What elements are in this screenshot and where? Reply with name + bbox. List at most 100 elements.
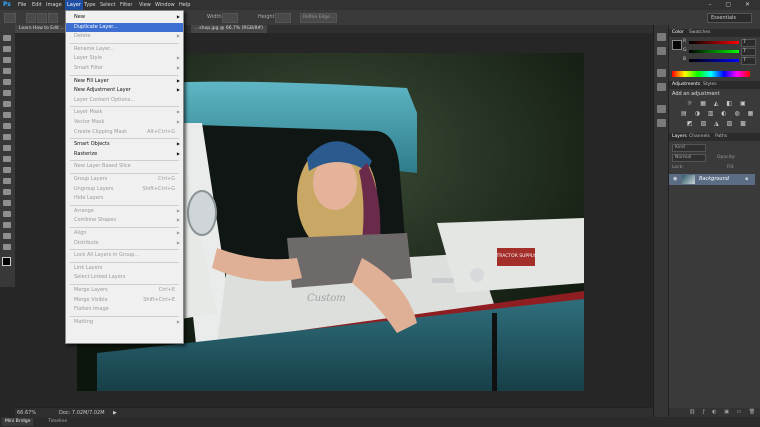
menu-item-delete[interactable]: Delete ▶ [66,32,183,41]
brush-tool-icon[interactable] [3,112,11,118]
clone-source-icon[interactable] [657,119,666,127]
menu-item-hide-layers[interactable]: Hide Layers [66,194,183,203]
menu-item-ungroup-layers[interactable]: Ungroup Layers Shift+Ctrl+G [66,185,183,194]
tab-styles[interactable]: Styles [703,82,717,87]
tab-color[interactable]: Color [672,30,684,35]
menu-type[interactable]: Type [84,2,95,8]
menu-item-select-linked-layers[interactable]: Select Linked Layers [66,273,183,282]
clone-stamp-tool-icon[interactable] [3,123,11,129]
doc-size[interactable]: Doc: 7.02M/7.02M [59,410,105,416]
tab-timeline[interactable]: Timeline [48,418,67,426]
eyedropper-tool-icon[interactable] [3,90,11,96]
subtract-selection-icon[interactable] [48,13,58,23]
add-selection-icon[interactable] [37,13,47,23]
menu-layer[interactable]: Layer [65,0,83,10]
zoom-tool-icon[interactable] [3,244,11,250]
menu-item-new-adjustment-layer[interactable]: New Adjustment Layer ▶ [66,86,183,95]
paragraph-icon[interactable] [657,83,666,91]
color-spectrum[interactable] [672,71,750,77]
move-tool-icon[interactable] [3,35,11,41]
menu-item-arrange[interactable]: Arrange ▶ [66,207,183,216]
shape-tool-icon[interactable] [3,222,11,228]
menu-image[interactable]: Image [46,2,62,8]
tool-preset-icon[interactable] [4,13,16,23]
menu-item-combine-shapes[interactable]: Combine Shapes ▶ [66,216,183,225]
status-arrow-icon[interactable]: ▶ [113,410,117,416]
tab-layers[interactable]: Layers [672,134,687,139]
menu-edit[interactable]: Edit [32,2,42,8]
pen-tool-icon[interactable] [3,189,11,195]
menu-item-new[interactable]: New ▶ [66,13,183,22]
layer-name[interactable]: Background [699,176,729,182]
adjustment-icons-row-2[interactable]: ▤ ◑ ▥ ◐ ◍ ▦ [681,110,756,117]
window-controls[interactable]: – ▢ ✕ [708,1,756,8]
height-input[interactable] [275,13,291,23]
menu-item-matting[interactable]: Matting ▶ [66,318,183,327]
menu-item-flatten-image[interactable]: Flatten Image [66,305,183,314]
adjustment-icons-row-3[interactable]: ◩ ▧ ◮ ▨ ▩ [687,120,749,127]
blue-slider[interactable] [689,59,739,62]
menu-filter[interactable]: Filter [120,2,132,8]
foreground-swatch[interactable] [672,40,682,50]
type-tool-icon[interactable] [3,200,11,206]
menu-select[interactable]: Select [100,2,115,8]
red-value[interactable]: 7 [741,39,756,47]
foreground-color-swatch[interactable] [2,257,11,266]
tab-paths[interactable]: Paths [715,134,727,139]
hand-tool-icon[interactable] [3,233,11,239]
menu-item-align[interactable]: Align ▶ [66,229,183,238]
red-slider[interactable] [689,41,739,44]
new-selection-icon[interactable] [26,13,36,23]
menu-item-smart-objects[interactable]: Smart Objects ▶ [66,140,183,149]
menu-item-lock-all-layers-in-group[interactable]: Lock All Layers in Group... [66,251,183,260]
tab-mini-bridge[interactable]: Mini Bridge [2,418,34,426]
menu-item-merge-visible[interactable]: Merge Visible Shift+Ctrl+E [66,296,183,305]
green-value[interactable]: 7 [741,48,756,56]
menu-view[interactable]: View [139,2,151,8]
menu-file[interactable]: File [18,2,26,8]
menu-item-rename-layer[interactable]: Rename Layer... [66,45,183,54]
menu-item-duplicate-layer[interactable]: Duplicate Layer... [66,22,183,32]
properties-icon[interactable] [657,47,666,55]
adjustment-icons-row-1[interactable]: ☼ ▦ ◭ ◧ ▣ [687,100,749,107]
document-tab-2[interactable]: ...shop.jpg @ 66.7% (RGB/8#) [191,25,267,33]
menu-item-new-layer-based-slice[interactable]: New Layer Based Slice [66,162,183,171]
menu-item-distribute[interactable]: Distribute ▶ [66,239,183,248]
menu-item-group-layers[interactable]: Group Layers Ctrl+G [66,175,183,184]
gradient-tool-icon[interactable] [3,156,11,162]
menu-item-rasterize[interactable]: Rasterize ▶ [66,150,183,159]
marquee-tool-icon[interactable] [3,46,11,52]
history-brush-tool-icon[interactable] [3,134,11,140]
quick-select-tool-icon[interactable] [3,68,11,74]
menu-item-layer-style[interactable]: Layer Style ▶ [66,54,183,63]
menu-window[interactable]: Window [155,2,175,8]
blend-mode-select[interactable]: Normal [672,154,706,162]
tab-channels[interactable]: Channels [689,134,710,139]
layer-filter-select[interactable]: Kind [672,144,706,152]
menu-item-layer-mask[interactable]: Layer Mask ▶ [66,108,183,117]
menu-item-vector-mask[interactable]: Vector Mask ▶ [66,118,183,127]
width-input[interactable] [222,13,238,23]
layers-panel-footer-icons[interactable]: ⛓ ƒ ◐ ▣ ▭ 🗑 [669,408,760,417]
tab-adjustments[interactable]: Adjustments [672,82,700,87]
zoom-level[interactable]: 66.67% [17,410,36,416]
visibility-eye-icon[interactable]: ◉ [673,176,677,182]
dodge-tool-icon[interactable] [3,178,11,184]
blur-tool-icon[interactable] [3,167,11,173]
menu-item-link-layers[interactable]: Link Layers [66,264,183,273]
menu-item-smart-filter[interactable]: Smart Filter ▶ [66,64,183,73]
refine-edge-button[interactable]: Refine Edge... [300,13,337,23]
healing-tool-icon[interactable] [3,101,11,107]
document-tab-1[interactable]: Learn How to Edit ... [15,25,69,33]
character-icon[interactable] [657,69,666,77]
green-slider[interactable] [689,50,739,53]
menu-item-new-fill-layer[interactable]: New Fill Layer ▶ [66,77,183,86]
menu-item-merge-layers[interactable]: Merge Layers Ctrl+E [66,286,183,295]
blue-value[interactable]: 7 [741,57,756,65]
workspace-select[interactable]: Essentials [707,13,752,23]
menu-help[interactable]: Help [179,2,190,8]
lasso-tool-icon[interactable] [3,57,11,63]
crop-tool-icon[interactable] [3,79,11,85]
layer-row-background[interactable]: ◉ Background ▪ [669,174,755,185]
history-icon[interactable] [657,33,666,41]
